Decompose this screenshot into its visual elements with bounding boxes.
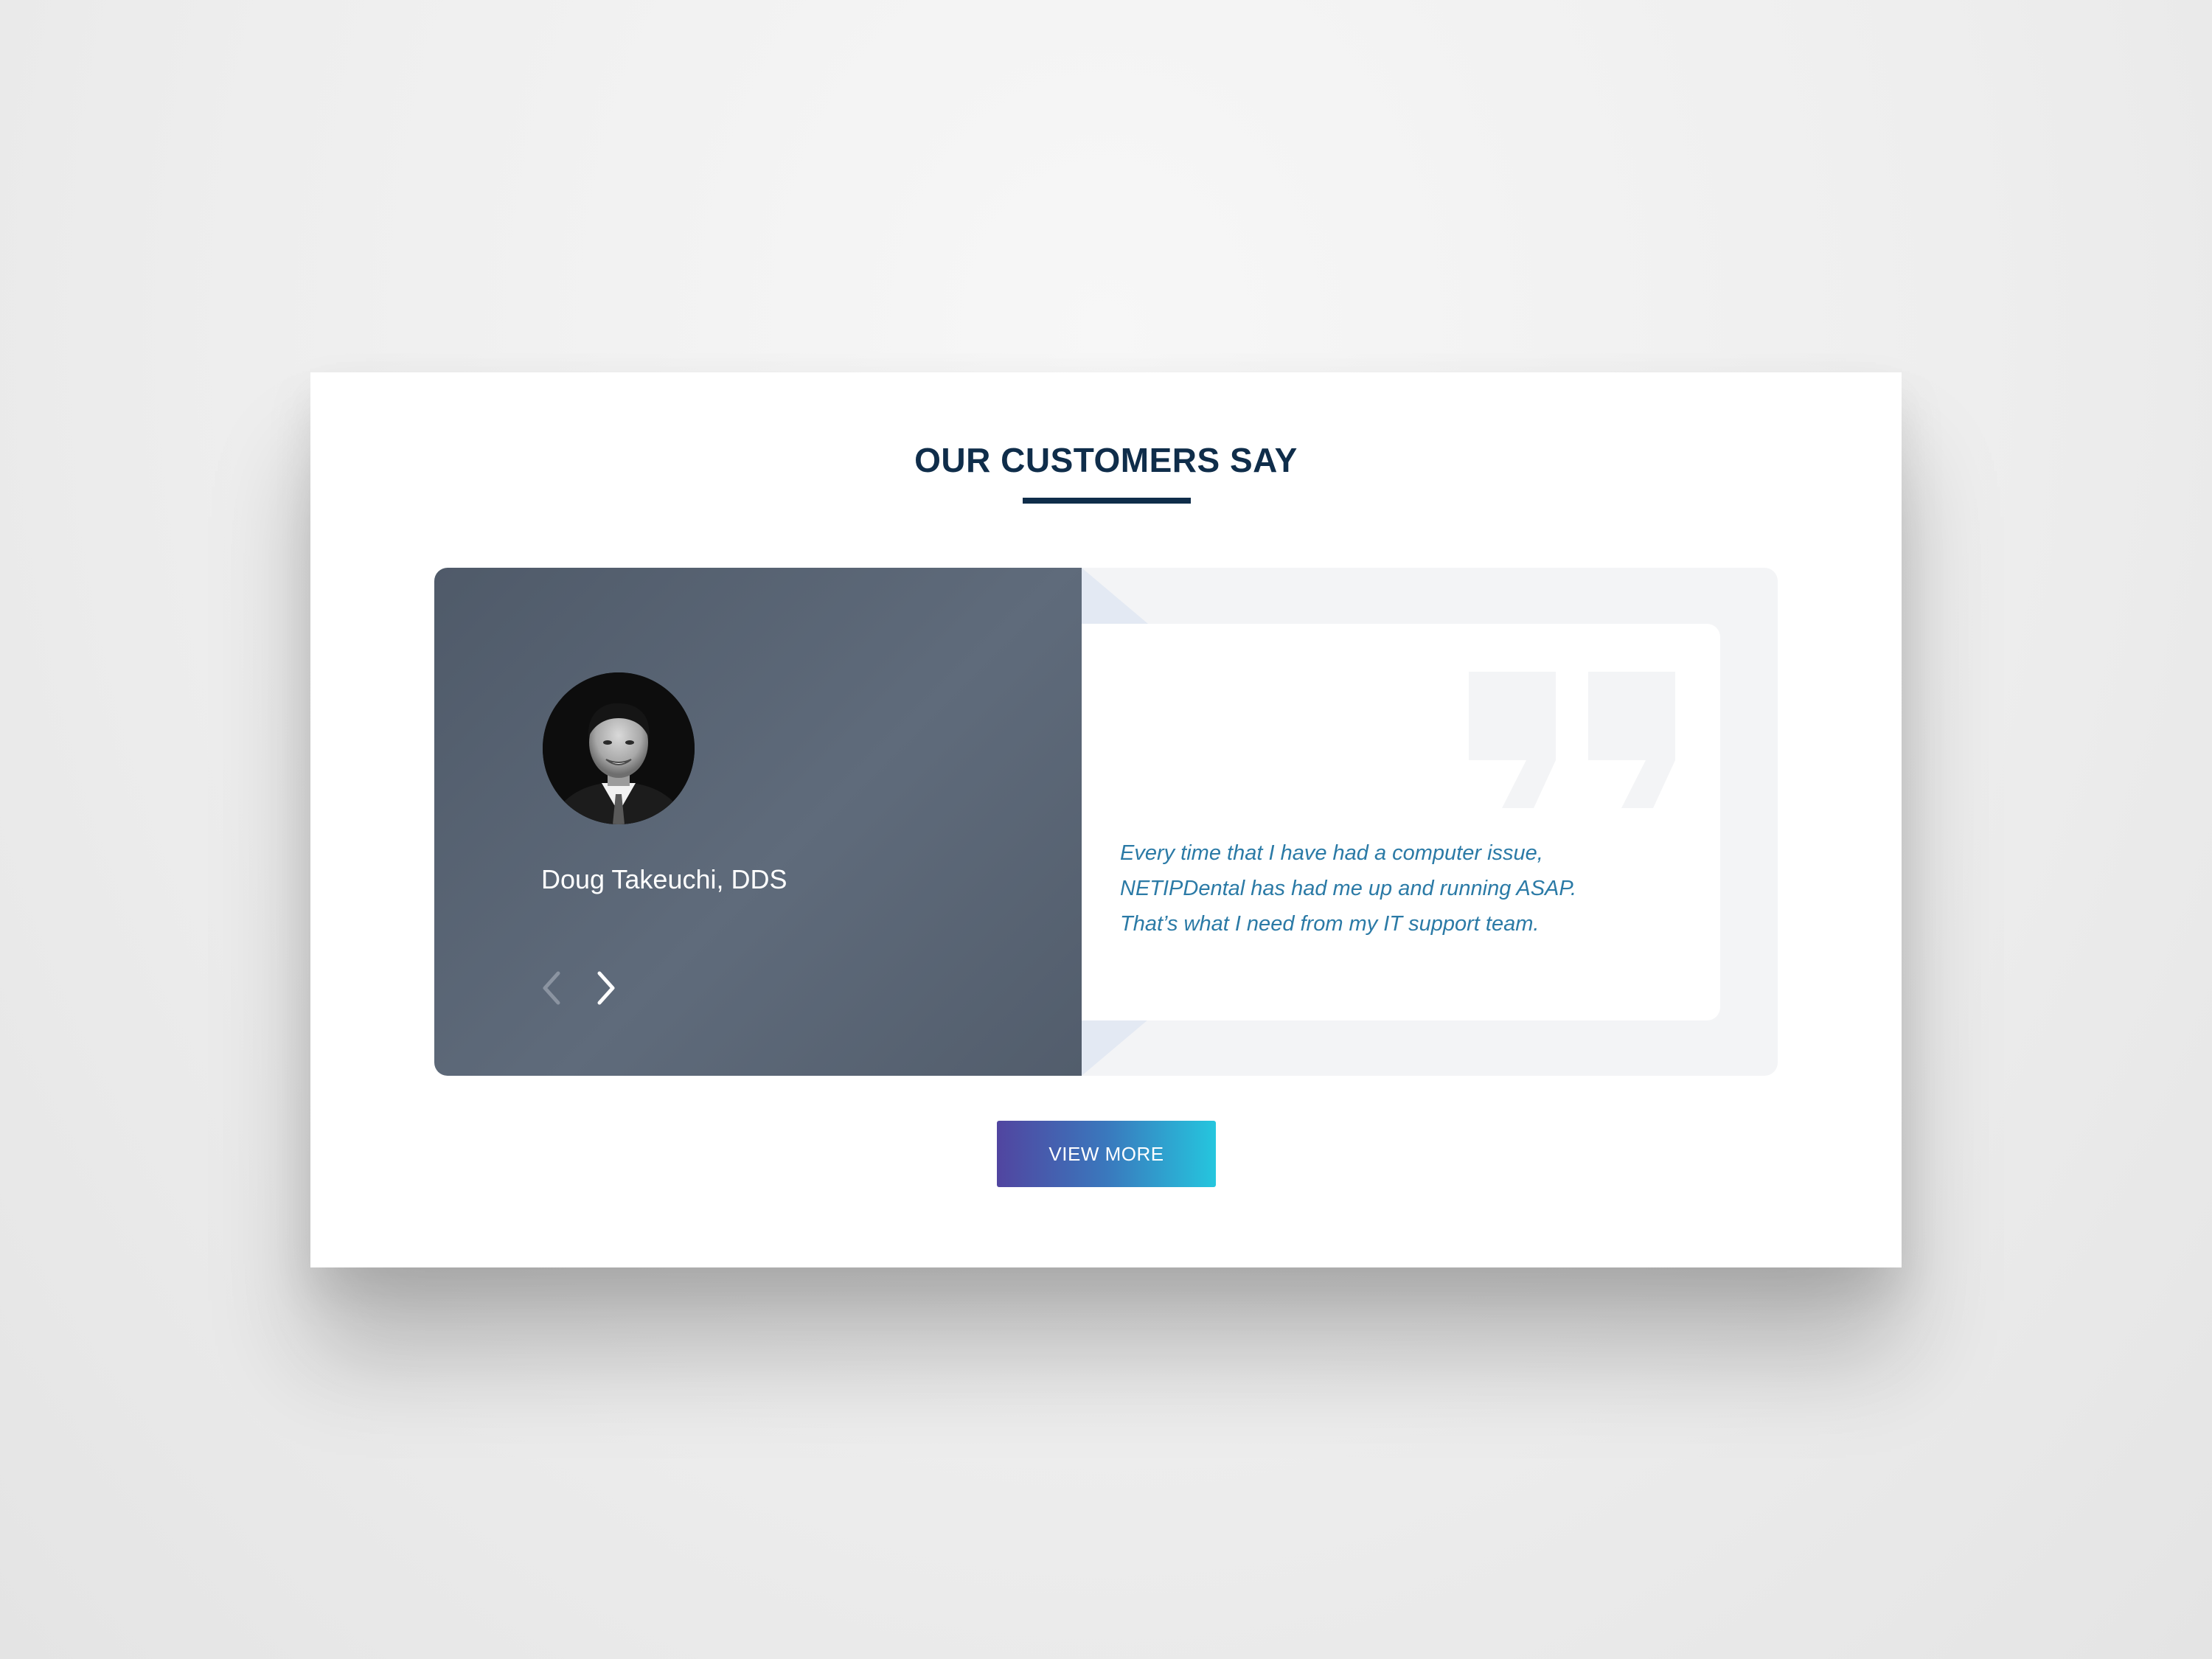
chevron-left-icon [543,971,560,1005]
client-avatar [543,672,695,824]
quote-line: That’s what I need from my IT support te… [1120,912,1540,936]
quote-mark-icon [1469,672,1675,808]
testimonials-card: OUR CUSTOMERS SAY Doug Takeuchi, DDS Eve… [310,372,1902,1267]
quote-line: NETIPDental has had me up and running AS… [1120,877,1577,900]
testimonial-quote: Every time that I have had a computer is… [1120,835,1680,942]
quote-area: Every time that I have had a computer is… [1082,568,1778,1076]
person-avatar-icon [543,672,695,824]
view-more-button[interactable]: VIEW MORE [997,1121,1216,1187]
prev-button[interactable] [538,966,567,1010]
client-name: Doug Takeuchi, DDS [541,864,787,894]
section-title: OUR CUSTOMERS SAY [914,441,1298,479]
chevron-right-icon [597,971,615,1005]
testimonial-slider: Doug Takeuchi, DDS Every time that I hav… [434,568,1778,1076]
next-button[interactable] [591,966,620,1010]
quote-line: Every time that I have had a computer is… [1120,841,1543,865]
decorative-triangle-top [1082,568,1148,624]
title-underline [1023,498,1191,504]
quote-box: Every time that I have had a computer is… [1082,624,1720,1020]
client-panel: Doug Takeuchi, DDS [434,568,1082,1076]
decorative-triangle-bottom [1082,1020,1148,1076]
